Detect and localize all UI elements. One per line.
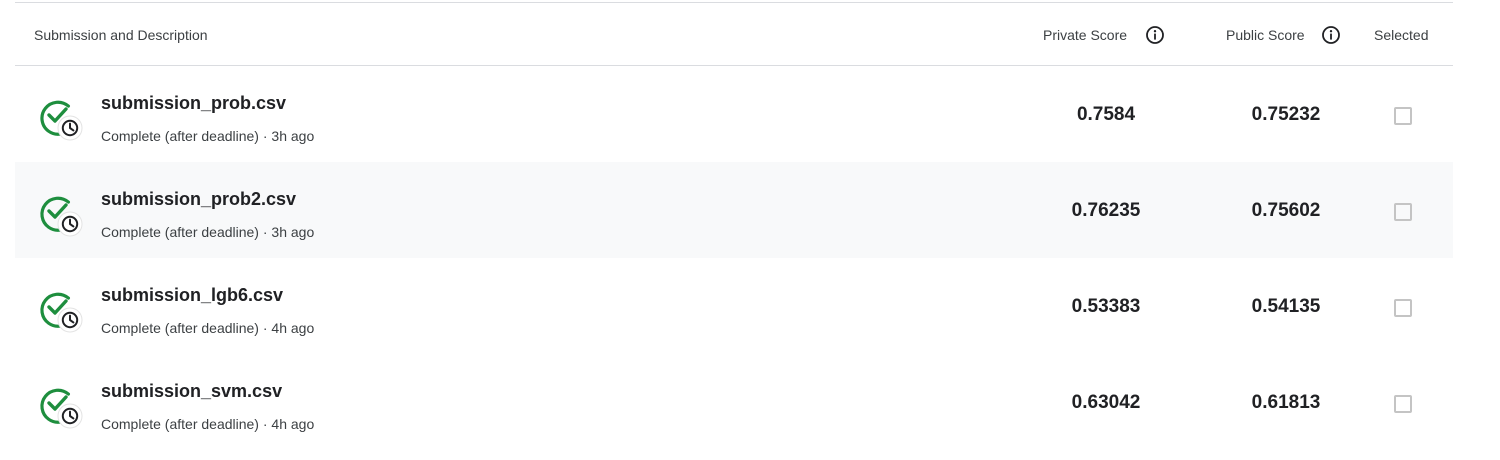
column-header-selected: Selected [1374, 27, 1429, 43]
column-header-private-score: Private Score [1043, 27, 1128, 43]
selected-checkbox[interactable] [1394, 299, 1412, 317]
submission-filename[interactable]: submission_prob2.csv [101, 188, 296, 210]
info-icon[interactable] [1145, 25, 1165, 45]
private-score-value: 0.76235 [1071, 200, 1141, 221]
table-row: submission_prob2.csv Complete (after dea… [15, 162, 1453, 258]
public-score-value: 0.54135 [1251, 296, 1321, 317]
table-row: submission_prob.csv Complete (after dead… [15, 66, 1453, 162]
private-score-value: 0.53383 [1071, 296, 1141, 317]
submission-filename[interactable]: submission_prob.csv [101, 92, 286, 114]
public-score-value: 0.75232 [1251, 104, 1321, 125]
check-clock-icon [40, 100, 83, 141]
public-score-value: 0.61813 [1251, 392, 1321, 413]
column-header-description: Submission and Description [34, 27, 208, 43]
submission-filename[interactable]: submission_svm.csv [101, 380, 282, 402]
check-clock-icon [40, 388, 83, 429]
private-score-value: 0.7584 [1076, 104, 1136, 125]
submission-filename[interactable]: submission_lgb6.csv [101, 284, 283, 306]
table-header: Submission and Description Private Score… [15, 3, 1453, 66]
column-header-public-score: Public Score [1226, 27, 1305, 43]
submission-status: Complete (after deadline) · 4h ago [101, 320, 315, 336]
table-row: submission_svm.csv Complete (after deadl… [15, 354, 1453, 450]
table-row: submission_lgb6.csv Complete (after dead… [15, 258, 1453, 354]
submission-status: Complete (after deadline) · 4h ago [101, 416, 315, 432]
selected-checkbox[interactable] [1394, 203, 1412, 221]
check-clock-icon [40, 196, 83, 237]
public-score-value: 0.75602 [1251, 200, 1321, 221]
private-score-value: 0.63042 [1071, 392, 1141, 413]
submission-status: Complete (after deadline) · 3h ago [101, 128, 315, 144]
check-clock-icon [40, 292, 83, 333]
selected-checkbox[interactable] [1394, 107, 1412, 125]
selected-checkbox[interactable] [1394, 395, 1412, 413]
submission-status: Complete (after deadline) · 3h ago [101, 224, 315, 240]
info-icon[interactable] [1321, 25, 1341, 45]
